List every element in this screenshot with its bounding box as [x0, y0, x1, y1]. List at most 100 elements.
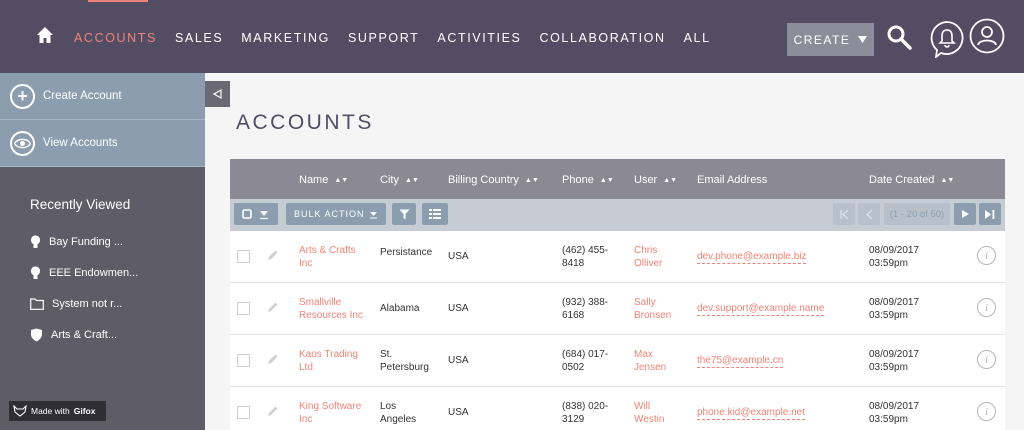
user-link[interactable]: Sally Bronsen: [634, 296, 671, 322]
info-icon[interactable]: i: [977, 246, 996, 265]
info-icon[interactable]: i: [977, 402, 996, 421]
sort-icon: ▲▼: [404, 176, 419, 184]
recently-viewed-item[interactable]: EEE Endowmen...: [30, 257, 205, 288]
edit-pencil-icon[interactable]: [267, 405, 279, 417]
city-cell: Persistance: [380, 247, 433, 258]
city-cell: St. Petersburg: [380, 349, 429, 373]
user-link[interactable]: Chris Olliver: [634, 244, 662, 270]
recently-viewed-label: EEE Endowmen...: [49, 266, 139, 279]
home-icon[interactable]: [36, 26, 54, 44]
nav-sales[interactable]: SALES: [175, 31, 223, 45]
nav-support[interactable]: SUPPORT: [348, 31, 419, 45]
recently-viewed-title: Recently Viewed: [30, 197, 131, 212]
search-icon[interactable]: [886, 24, 912, 50]
row-checkbox[interactable]: [237, 302, 250, 315]
row-checkbox[interactable]: [237, 354, 250, 367]
info-icon[interactable]: i: [977, 298, 996, 317]
recently-viewed-item[interactable]: Bay Funding ...: [30, 226, 205, 257]
pagination-info: (1 - 20 of 50): [884, 203, 950, 225]
nav-all[interactable]: ALL: [684, 31, 711, 45]
filter-icon: [399, 209, 409, 219]
gifox-watermark: Made with Gifox: [9, 401, 106, 421]
date-created-cell: 08/09/2017 03:59pm: [869, 349, 920, 373]
previous-page-button[interactable]: [858, 203, 880, 225]
checkbox-icon: [242, 209, 252, 219]
watermark-prefix: Made with: [31, 406, 70, 416]
eye-icon: [10, 130, 35, 156]
next-page-button[interactable]: [954, 203, 976, 225]
sort-icon: ▲▼: [663, 176, 678, 184]
chevron-left-icon: [865, 209, 872, 219]
phone-cell: (932) 388- 6168: [562, 297, 609, 321]
sort-icon: ▲▼: [599, 176, 614, 184]
nav-accounts[interactable]: ACCOUNTS: [74, 31, 157, 45]
email-link[interactable]: phone.kid@example.net: [697, 406, 805, 420]
table-header: Name ▲▼ City ▲▼ Billing Country ▲▼ Phone ▲▼ …: [230, 159, 1005, 199]
select-all-dropdown[interactable]: [234, 203, 278, 225]
sidebar-action-label: View Accounts: [43, 137, 118, 149]
first-page-button[interactable]: [833, 203, 855, 225]
caret-down-icon: [260, 211, 268, 220]
sidebar-view-accounts[interactable]: View Accounts: [0, 120, 205, 167]
column-chooser-button[interactable]: [422, 203, 448, 225]
column-header-billing-country[interactable]: Billing Country ▲▼: [448, 174, 539, 186]
date-created-cell: 08/09/2017 03:59pm: [869, 245, 920, 269]
recently-viewed-item[interactable]: System not r...: [30, 288, 205, 319]
column-header-phone[interactable]: Phone ▲▼: [562, 174, 614, 186]
list-icon: [429, 209, 441, 219]
edit-pencil-icon[interactable]: [267, 301, 279, 313]
column-header-city[interactable]: City ▲▼: [380, 174, 419, 186]
sidebar-collapse-button[interactable]: [205, 81, 230, 107]
country-cell: USA: [448, 355, 469, 366]
recently-viewed-list: Bay Funding ... EEE Endowmen... System n…: [30, 226, 205, 350]
sidebar-create-account[interactable]: + Create Account: [0, 73, 205, 120]
city-cell: Alabama: [380, 303, 420, 314]
table-row: Arts & Crafts Inc Persistance USA (462) 4…: [230, 231, 1005, 283]
caret-down-icon: [370, 211, 377, 218]
table-toolbar: BULK ACTION (1 - 20 of 50): [230, 199, 1005, 231]
user-link[interactable]: Will Westin: [634, 400, 664, 426]
user-profile-icon[interactable]: [969, 18, 1005, 54]
row-checkbox[interactable]: [237, 406, 250, 419]
column-header-date-created[interactable]: Date Created ▲▼: [869, 174, 954, 186]
column-header-name[interactable]: Name ▲▼: [299, 174, 348, 186]
nav-activities[interactable]: ACTIVITIES: [437, 31, 521, 45]
account-name-link[interactable]: Smallville Resources Inc: [299, 296, 363, 322]
account-name-link[interactable]: Kaos Trading Ltd: [299, 348, 358, 374]
email-link[interactable]: the75@example.cn: [697, 354, 784, 368]
play-icon: [961, 210, 969, 218]
last-page-button[interactable]: [979, 203, 1001, 225]
bulk-action-label: BULK ACTION: [294, 209, 365, 219]
top-navbar: ACCOUNTS SALES MARKETING SUPPORT ACTIVIT…: [0, 0, 1024, 73]
nav-collaboration[interactable]: COLLABORATION: [539, 31, 665, 45]
column-header-user[interactable]: User ▲▼: [634, 174, 677, 186]
create-button[interactable]: CREATE: [787, 23, 874, 56]
email-link[interactable]: dev.phone@example.biz: [697, 250, 807, 264]
edit-pencil-icon[interactable]: [267, 353, 279, 365]
fox-icon: [13, 405, 27, 417]
email-link[interactable]: dev.support@example.name: [697, 302, 825, 316]
edit-pencil-icon[interactable]: [267, 249, 279, 261]
recently-viewed-item[interactable]: Arts & Craft...: [30, 319, 205, 350]
last-page-icon: [985, 209, 995, 219]
watermark-brand: Gifox: [73, 406, 96, 416]
phone-cell: (462) 455- 8418: [562, 245, 609, 269]
notification-bell-icon[interactable]: [929, 20, 965, 58]
accent-line: [88, 0, 148, 2]
bulk-action-button[interactable]: BULK ACTION: [286, 203, 386, 225]
accounts-table-body: Arts & Crafts Inc Persistance USA (462) 4…: [230, 231, 1005, 430]
info-icon[interactable]: i: [977, 350, 996, 369]
account-name-link[interactable]: Arts & Crafts Inc: [299, 244, 356, 270]
sort-icon: ▲▼: [334, 176, 349, 184]
phone-cell: (684) 017- 0502: [562, 349, 609, 373]
phone-cell: (838) 020- 3129: [562, 401, 609, 425]
user-link[interactable]: Max Jensen: [634, 348, 666, 374]
nav-marketing[interactable]: MARKETING: [241, 31, 330, 45]
filter-button[interactable]: [392, 203, 416, 225]
shield-icon: [31, 328, 42, 341]
row-checkbox[interactable]: [237, 250, 250, 263]
account-name-link[interactable]: King Software Inc: [299, 400, 361, 426]
create-label: CREATE: [793, 32, 851, 47]
folder-icon: [30, 297, 44, 310]
table-row: Smallville Resources Inc Alabama USA (932…: [230, 283, 1005, 335]
